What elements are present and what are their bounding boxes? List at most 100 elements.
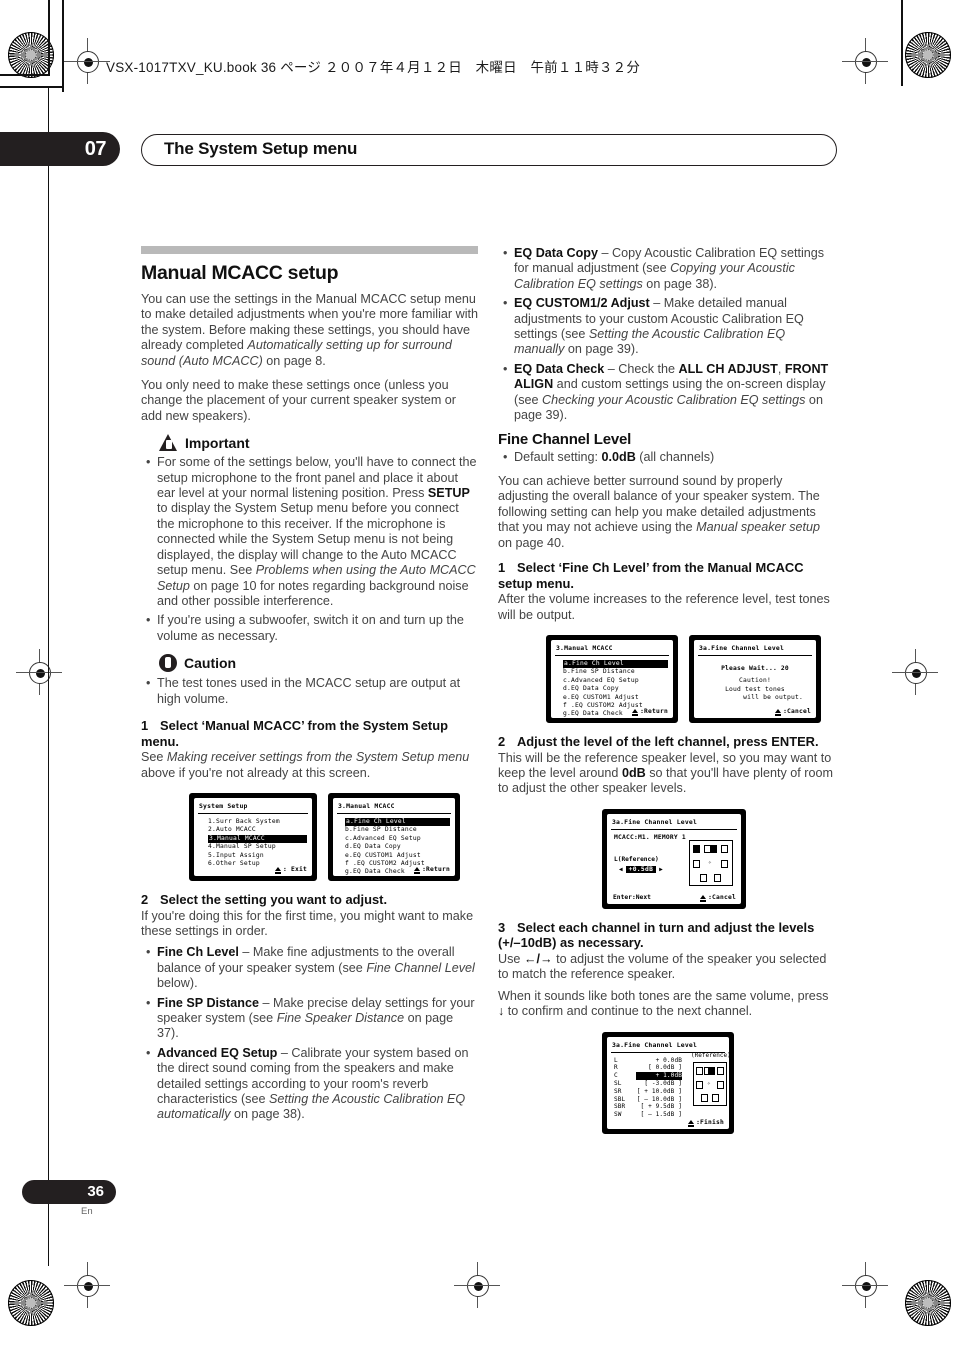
- table-row[interactable]: L + 0.0dB: [614, 1057, 688, 1065]
- warning-triangle-icon: [159, 434, 178, 452]
- rstep-2-title: Adjust the level of the left channel, pr…: [517, 733, 819, 749]
- table-row[interactable]: SBR [ + 9.5dB ]: [614, 1103, 688, 1111]
- osd-menu-item[interactable]: b.Fine SP Distance: [345, 826, 450, 834]
- osd-title: System Setup: [199, 801, 248, 810]
- channel-name: SBR: [614, 1103, 626, 1111]
- caution-header: Caution: [159, 654, 478, 673]
- osd-wait-body: Please Wait... 20 Caution! Loud test ton…: [694, 665, 816, 703]
- rstep-2-bold: 0dB: [621, 765, 646, 780]
- speaker-layout-map: ✧: [689, 839, 733, 886]
- important-bullet-list: For some of the settings below, you'll h…: [141, 455, 478, 644]
- list-item: Fine Ch Level – Make fine adjustments to…: [146, 945, 478, 991]
- osd-menu-item[interactable]: c.Advanced EQ Setup: [345, 835, 450, 843]
- osd-menu-item-selected[interactable]: a.Fine Ch Level: [345, 817, 450, 827]
- speaker-surround-back-right: [712, 1093, 719, 1102]
- osd-menu-item[interactable]: e.EQ CUSTOM1 Adjust: [563, 694, 668, 702]
- osd-title: 3.Manual MCACC: [556, 643, 613, 652]
- osd-menu-item[interactable]: d.EQ Data Copy: [563, 685, 668, 693]
- rbullet-2-bold2: ALL CH ADJUST: [678, 361, 778, 376]
- rbullet-2-em: Checking your Acoustic Calibration EQ se…: [542, 392, 806, 407]
- osd-menu-item-selected[interactable]: 3.Manual MCACC: [208, 834, 307, 844]
- arrow-right-icon[interactable]: ▶: [659, 866, 663, 873]
- rbullet-2-bold: EQ Data Check: [514, 361, 605, 376]
- eject-icon: [687, 1120, 695, 1127]
- fc-intro-em: Manual speaker setup: [696, 520, 821, 535]
- osd-menu-item[interactable]: d.EQ Data Copy: [345, 843, 450, 851]
- trim-line-left-horizontal: [0, 86, 62, 88]
- rbullet-1-text-b: on page 39).: [564, 342, 639, 357]
- section-title-manual-mcacc: Manual MCACC setup: [141, 262, 339, 284]
- registration-target-bottom-left: [8, 1280, 54, 1326]
- speaker-surround-back-right: [714, 873, 721, 882]
- important-note-box: Important For some of the settings below…: [141, 434, 478, 644]
- table-row[interactable]: R [ 0.0dB ]: [614, 1064, 688, 1072]
- eject-icon: [413, 867, 421, 875]
- osd-manual-mcacc-2: 3.Manual MCACC a.Fine Ch Level b.Fine SP…: [546, 634, 678, 723]
- osd-separator: [337, 812, 451, 814]
- step-1-body-em: Making receiver settings from the System…: [166, 750, 470, 765]
- speaker-surround-left: [696, 1080, 703, 1089]
- table-row[interactable]: SR [ + 10.0dB ]: [614, 1088, 688, 1096]
- speaker-surround-back-left: [700, 873, 707, 882]
- page-language-code: En: [81, 1206, 93, 1217]
- fine-channel-intro: You can achieve better surround sound by…: [498, 474, 835, 551]
- intro-paragraph-1: You can use the settings in the Manual M…: [141, 292, 478, 369]
- rstep-3-number: 3: [498, 919, 506, 935]
- eject-icon: [774, 709, 782, 716]
- osd-menu-item[interactable]: 2.Auto MCACC: [208, 826, 307, 834]
- eject-icon: [631, 709, 639, 716]
- osd-menu-item-selected[interactable]: a.Fine Ch Level: [563, 659, 668, 669]
- trim-line-left-vertical: [62, 0, 64, 92]
- chapter-number: 07: [84, 138, 107, 160]
- caution-note-box: Caution The test tones used in the MCACC…: [141, 654, 478, 707]
- step-2-left: 2 Select the setting you want to adjust. …: [141, 892, 478, 1123]
- osd-menu-item[interactable]: 4.Manual SP Setup: [208, 843, 307, 851]
- registration-target-bottom-right: [905, 1280, 951, 1326]
- osd-footer-label: :Return: [640, 707, 668, 715]
- table-row[interactable]: SL [ -3.0dB ]: [614, 1080, 688, 1088]
- channel-name: R: [614, 1064, 618, 1072]
- osd-menu-item[interactable]: 1.Surr Back System: [208, 818, 307, 826]
- osd-separator: [555, 654, 669, 656]
- crop-mark-top-right: [842, 38, 888, 84]
- important-label: Important: [185, 434, 250, 451]
- default-setting-list: Default setting: 0.0dB (all channels): [498, 450, 835, 466]
- page-number: 36: [87, 1183, 104, 1200]
- osd-please-wait: 3a.Fine Channel Level Please Wait... 20 …: [689, 634, 821, 723]
- osd-title: 3a.Fine Channel Level: [699, 643, 784, 652]
- rstep-3-paragraph-2: When it sounds like both tones are the s…: [498, 989, 835, 1020]
- channel-level-table: L + 0.0dB R [ 0.0dB ] C + 1.0dB SL [ -3.0dB …: [607, 1057, 688, 1119]
- osd-footer-enter-next: Enter:Next: [613, 893, 651, 901]
- list-item: Default setting: 0.0dB (all channels): [503, 450, 835, 466]
- step-1-body: See Making receiver settings from the Sy…: [141, 750, 478, 781]
- step-1-title: Select ‘Manual MCACC’ from the System Se…: [141, 717, 448, 749]
- reference-note: (Reference): [691, 1051, 731, 1059]
- osd-footer-label: :Cancel: [708, 893, 736, 901]
- list-item: Fine SP Distance – Make precise delay se…: [146, 996, 478, 1042]
- table-row[interactable]: SBL [ – 10.0dB ]: [614, 1096, 688, 1104]
- table-row[interactable]: SW [ – 1.5dB ]: [614, 1111, 688, 1119]
- step-1-number: 1: [141, 717, 149, 733]
- arrow-left-icon[interactable]: ◀: [619, 866, 623, 873]
- page-title: The System Setup menu: [164, 139, 358, 158]
- speaker-center: [708, 1066, 715, 1075]
- bullet-0-text-b: below).: [157, 976, 198, 991]
- osd-wait-countdown: Please Wait... 20: [721, 664, 789, 672]
- page-number-badge: 36: [22, 1180, 116, 1204]
- table-row-selected[interactable]: C + 1.0dB: [614, 1072, 688, 1080]
- osd-menu-item[interactable]: e.EQ CUSTOM1 Adjust: [345, 852, 450, 860]
- default-label: Default setting:: [514, 450, 602, 465]
- caution-bullet-list: The test tones used in the MCACC setup a…: [141, 676, 478, 707]
- osd-level-value: +0.5dB: [625, 865, 657, 873]
- hand-stop-icon: [159, 654, 177, 673]
- default-suffix: (all channels): [635, 450, 715, 465]
- speaker-layout-map: ✧: [693, 1061, 727, 1106]
- osd-menu-item[interactable]: c.Advanced EQ Setup: [563, 677, 668, 685]
- osd-menu-item[interactable]: 5.Input Assign: [208, 852, 307, 860]
- speaker-front-left: [696, 1066, 703, 1075]
- osd-wait-line3: Loud test tones: [725, 685, 785, 693]
- speaker-front-right: [721, 844, 728, 853]
- osd-menu-item[interactable]: b.Fine SP Distance: [563, 668, 668, 676]
- step-2-bullet-list: Fine Ch Level – Make fine adjustments to…: [141, 945, 478, 1122]
- bullet-2-text-b: on page 38).: [230, 1107, 305, 1122]
